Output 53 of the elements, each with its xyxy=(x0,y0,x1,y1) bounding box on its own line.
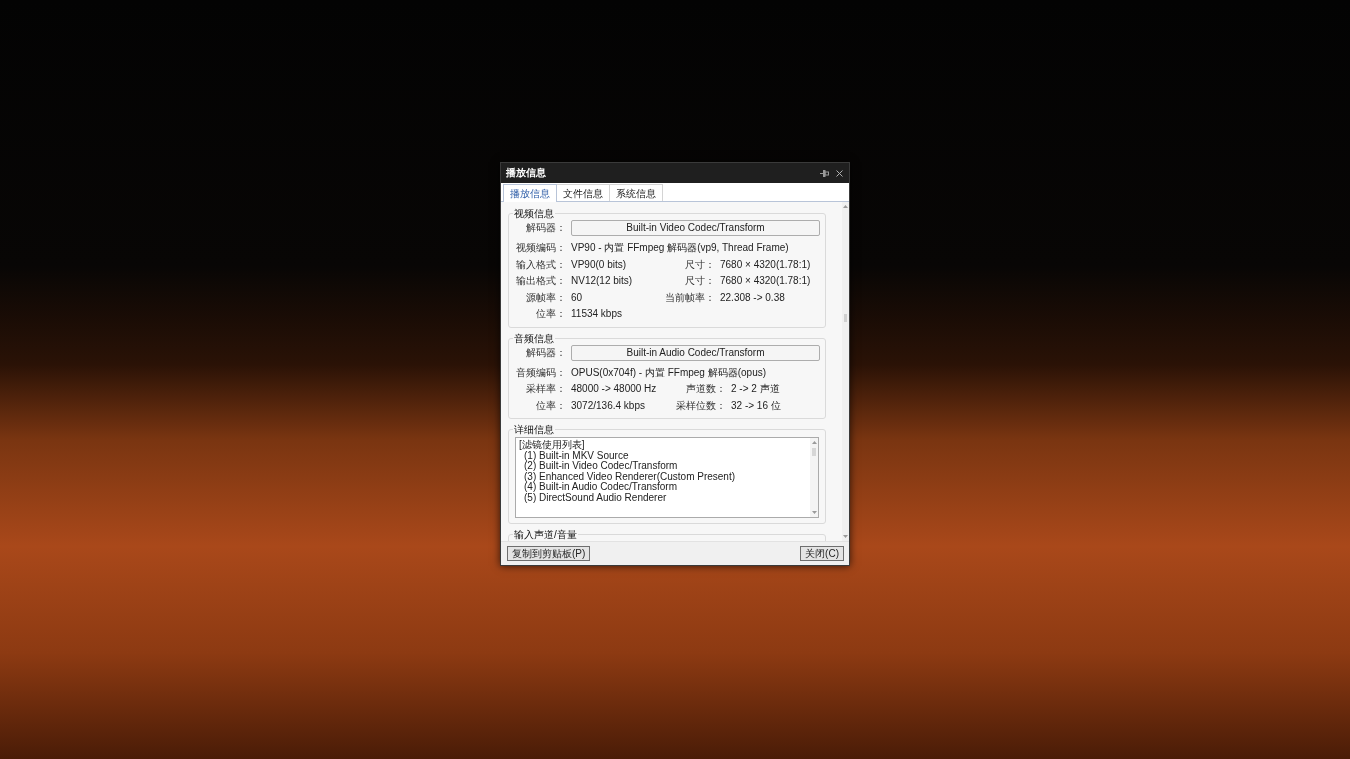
field-label: 音频编码： xyxy=(515,365,566,380)
field-label: 采样率： xyxy=(525,382,566,396)
field-value: VP90(0 bits) xyxy=(570,257,628,272)
copy-to-clipboard-button[interactable]: 复制到剪贴板(P) xyxy=(507,546,591,561)
tab[interactable]: 播放信息 xyxy=(503,184,557,202)
field-value: 11534 kbps xyxy=(570,307,623,321)
group-title: 音频信息 xyxy=(513,332,555,344)
group-title: 视频信息 xyxy=(513,208,555,219)
decoder-button[interactable]: Built-in Video Codec/Transform xyxy=(571,220,820,236)
field-value: 7680 × 4320(1.78:1) xyxy=(719,257,812,272)
decoder-button[interactable]: Built-in Audio Codec/Transform xyxy=(571,344,820,361)
field-label: 输出格式： xyxy=(515,274,566,288)
field-label: 尺寸： xyxy=(684,274,715,288)
field-label: 位率： xyxy=(535,307,566,321)
list-item: (4) Built-in Audio Codec/Transform xyxy=(523,482,678,493)
tab[interactable]: 系统信息 xyxy=(609,184,663,201)
field-label: 采样位数： xyxy=(675,398,726,413)
field-label: 视频编码： xyxy=(515,241,566,255)
field-value: OPUS(0x704f) - 内置 FFmpeg 解码器(opus) xyxy=(570,365,768,380)
tab[interactable]: 文件信息 xyxy=(556,184,610,201)
field-value: 22.308 -> 0.38 xyxy=(719,290,786,305)
field-label: 输入格式： xyxy=(515,257,566,272)
field-value: 3072/136.4 kbps xyxy=(570,398,646,413)
field-label: 位率： xyxy=(535,398,566,413)
field-label: 声道数： xyxy=(685,382,726,396)
pin-icon[interactable] xyxy=(820,169,829,177)
scroll-up-icon[interactable] xyxy=(843,205,848,208)
scroll-up-icon[interactable] xyxy=(811,441,817,444)
field-value: 2 -> 2 声道 xyxy=(730,382,781,396)
scroll-down-icon[interactable] xyxy=(843,535,848,538)
field-value: 60 xyxy=(570,290,584,305)
scroll-down-icon[interactable] xyxy=(811,511,817,514)
field-value: VP90 - 内置 FFmpeg 解码器(vp9, Thread Frame) xyxy=(570,241,790,255)
field-value: NV12(12 bits) xyxy=(570,274,634,288)
field-label: 解码器： xyxy=(525,345,566,360)
field-value: 32 -> 16 位 xyxy=(730,398,782,413)
field-value: 7680 × 4320(1.78:1) xyxy=(719,274,812,288)
list-item: (1) Built-in MKV Source xyxy=(524,450,629,462)
list-item: (2) Built-in Video Codec/Transform xyxy=(523,461,678,472)
field-label: 源帧率： xyxy=(525,290,566,305)
field-label: 尺寸： xyxy=(684,257,715,272)
list-heading: [滤镜使用列表] xyxy=(519,440,586,451)
close-icon[interactable] xyxy=(836,169,843,177)
close-button[interactable]: 关闭(C) xyxy=(800,546,844,561)
field-value: 48000 -> 48000 Hz xyxy=(570,382,658,396)
field-label: 当前帧率： xyxy=(664,290,715,305)
list-item: (3) Enhanced Video Renderer(Custom Present) xyxy=(523,471,737,483)
window-title: 播放信息 xyxy=(506,167,547,179)
list-item: (5) DirectSound Audio Renderer xyxy=(523,492,668,504)
group-title: 详细信息 xyxy=(513,424,555,435)
scrollbar-thumb[interactable] xyxy=(844,314,847,322)
group-title: 输入声道/音量 xyxy=(513,529,578,540)
field-label: 解码器： xyxy=(525,221,566,235)
